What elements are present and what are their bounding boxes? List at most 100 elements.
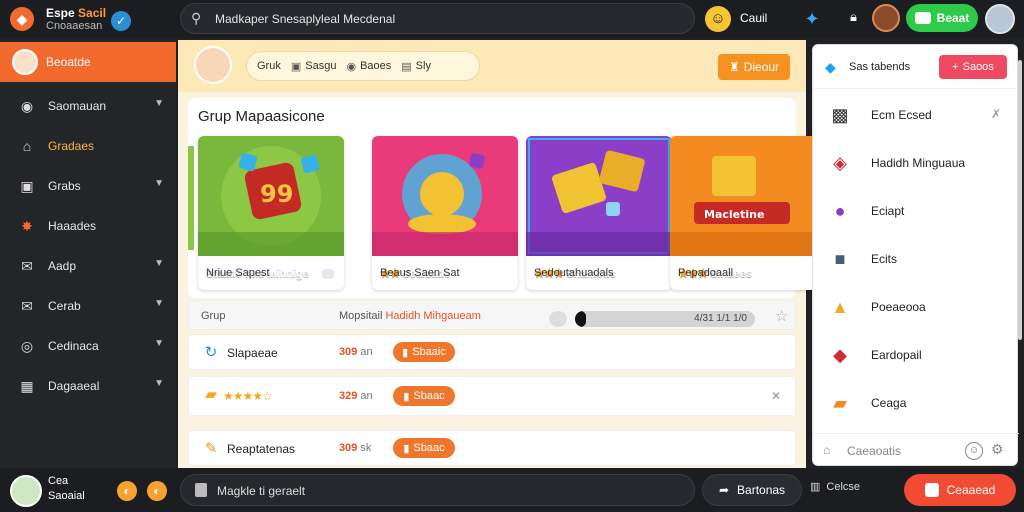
panel-title: Grup Mapaasicone (198, 108, 325, 125)
brand[interactable]: ◆ Espe Sacil Cnoaaesan ✓ (8, 4, 138, 34)
tab-label: Baoes (360, 60, 392, 72)
main-content: Gruk ▣ Sasgu ◉ Baoes ▤ Sly ♜ Dieour Grup Ma… (178, 40, 816, 468)
ticket-icon: ▮ (402, 346, 409, 359)
sidebar: Beoatde ◉ Saomauan ▼ ⌂ Gradaes ▣ Grabs ▼… (0, 40, 176, 468)
top-label[interactable]: Cauil (740, 11, 767, 25)
bottom-button-1-label: Bartonas (737, 483, 786, 497)
coin-icon[interactable]: ◐ (117, 481, 137, 501)
list-item-rating: ★★★★☆ (223, 389, 273, 403)
cube-icon: ◈ (833, 153, 847, 173)
sidebar-item-profile[interactable]: Beoatde (0, 42, 176, 82)
message-input-text[interactable]: Magkle ti geraelt (217, 484, 305, 498)
bottom-bar: Cea Saoaial ◐ ◐ Magkle ti geraelt ➦ Bart… (0, 468, 1024, 512)
sidebar-item-8[interactable]: ◎ Cedinaca ▼ (0, 326, 176, 366)
doc-icon: ▤ (401, 60, 412, 73)
list-item-label: Slapaeae (227, 346, 278, 360)
envelope-icon: ✉ (21, 298, 33, 314)
coin-icon[interactable]: ◐ (147, 481, 167, 501)
game-thumbnail (526, 136, 672, 256)
right-panel-footer: ⌂ Caeaoatis ☺ ⚙ (813, 433, 1019, 467)
list-item-button[interactable]: ▮ Sbaaic (393, 342, 455, 362)
sidebar-item-label: Cerab (48, 299, 81, 313)
sidebar-item-5[interactable]: ✸ Haaades (0, 206, 176, 246)
friend-avatar[interactable] (872, 4, 900, 32)
game-card-4[interactable]: Macletine ★★★ Sinaees Pepadoaall (670, 136, 816, 290)
globe-icon: ◎ (20, 338, 34, 354)
header-strip: Gruk ▣ Sasgu ◉ Baoes ▤ Sly ♜ Dieour (178, 40, 806, 92)
sidebar-item-9[interactable]: ▦ Dagaaeal ▼ (0, 366, 176, 406)
panel-accent (188, 146, 194, 250)
tank-icon: ■ (834, 249, 846, 269)
emoji-icon[interactable]: ☺ (965, 442, 983, 460)
emoji-icon[interactable]: ☺ (705, 6, 731, 32)
home-icon: ⌂ (22, 138, 32, 154)
tab-1[interactable]: Gruk (257, 60, 281, 72)
tab-3[interactable]: ◉ Baoes (346, 60, 391, 73)
list-item-button[interactable]: ▮ Sbaac (393, 386, 455, 406)
svg-text:99: 99 (260, 180, 293, 208)
bottom-button-2[interactable]: ▥ Celcse (810, 480, 860, 494)
sidebar-item-6[interactable]: ✉ Aadp ▼ (0, 246, 176, 286)
right-panel-item-4[interactable]: ■ Ecits (813, 235, 1019, 283)
right-panel-item-2[interactable]: ◈ Hadidh Minguaua (813, 139, 1019, 187)
sidebar-item-2[interactable]: ◉ Saomauan ▼ (0, 86, 176, 126)
chevron-down-icon: ▼ (154, 378, 164, 389)
gem-icon: ◆ (833, 345, 847, 365)
sidebar-item-7[interactable]: ✉ Cerab ▼ (0, 286, 176, 326)
right-panel-item-label: Ecm Ecsed (871, 108, 932, 122)
message-input[interactable]: Magkle ti geraelt (180, 474, 695, 506)
pin-icon[interactable]: ✗ (991, 107, 1001, 121)
header-avatar[interactable] (194, 46, 232, 84)
favorite-star-icon[interactable]: ☆ (775, 307, 788, 325)
right-panel-item-label: Ceaga (871, 396, 907, 410)
right-panel-item-7[interactable]: ▰ Ceaga (813, 379, 1019, 427)
right-scrollbar[interactable] (1018, 60, 1022, 340)
header-action-button[interactable]: ♜ Dieour (718, 54, 790, 80)
search-bar[interactable]: ⚲ Madkaper Snesaplyleal Mecdenal (180, 3, 695, 34)
app-logo-icon: ◆ (10, 7, 34, 31)
search-input[interactable]: Madkaper Snesaplyleal Mecdenal (215, 12, 395, 26)
brand-subtitle: Cnoaaesan (46, 20, 103, 32)
hat-icon: ▲ (831, 297, 849, 317)
lock-icon[interactable]: 🔒︎ (850, 9, 857, 25)
bottom-button-3[interactable]: Ceaaead (904, 474, 1016, 506)
chevron-down-icon: ▼ (154, 178, 164, 189)
green-action-label: Beaat (936, 11, 970, 25)
sidebar-item-label: Cedinaca (48, 339, 99, 353)
sidebar-item-label: Aadp (48, 259, 77, 273)
list-item-price: 309 sk (339, 442, 372, 454)
bottom-button-1[interactable]: ➦ Bartonas (702, 474, 802, 506)
sidebar-item-label: Gradaes (48, 139, 95, 153)
right-panel-footer-input[interactable]: Caeaoatis (847, 444, 901, 458)
bottom-name-1: Cea (48, 475, 69, 487)
close-icon[interactable]: ✕ (771, 389, 781, 403)
top-bar: ◆ Espe Sacil Cnoaaesan ✓ ⚲ Madkaper Snes… (0, 0, 1024, 38)
game-card-2[interactable]: ★★ Seaicade Beaus Saen Sat (372, 136, 518, 290)
right-panel-item-6[interactable]: ◆ Eardopail (813, 331, 1019, 379)
sidebar-item-3[interactable]: ⌂ Gradaes (0, 126, 176, 166)
bottom-avatar[interactable] (10, 475, 42, 507)
game-card-3[interactable]: ★★★ Snainods Sedoutahuadals (526, 136, 672, 290)
right-panel-button[interactable]: + Saoos (939, 55, 1007, 79)
right-panel-item-label: Poeaeooa (871, 300, 926, 314)
settings-icon[interactable]: ⚙ (991, 441, 1004, 458)
list-item-3[interactable]: ✎ Reaptatenas 309 sk ▮ Sbaac (188, 430, 796, 466)
list-item-button[interactable]: ▮ Sbaac (393, 438, 455, 458)
card-toggle[interactable] (322, 269, 334, 279)
right-panel-item-3[interactable]: ● Eciapt (813, 187, 1019, 235)
user-avatar[interactable] (985, 4, 1015, 34)
list-item-1[interactable]: ↻ Slapaeae 309 an ▮ Sbaaic (188, 334, 796, 370)
list-item-2[interactable]: ▰ ★★★★☆ 329 an ▮ Sbaac ✕ (188, 376, 796, 416)
right-panel-item-1[interactable]: ▩ Ecm Ecsed ✗ (813, 91, 1019, 139)
tab-4[interactable]: ▤ Sly (401, 60, 431, 73)
chart-icon: ▥ (810, 481, 821, 493)
sidebar-item-4[interactable]: ▣ Grabs ▼ (0, 166, 176, 206)
tab-2[interactable]: ▣ Sasgu (291, 60, 337, 73)
progress-control[interactable]: 4/31 1/1 1/0 (549, 309, 759, 329)
home-icon: ⌂ (823, 443, 831, 457)
right-panel-item-5[interactable]: ▲ Poeaeooa (813, 283, 1019, 331)
progress-text: 4/31 1/1 1/0 (694, 313, 747, 324)
green-action-button[interactable]: Beaat (906, 4, 978, 32)
game-card-1[interactable]: 99 Staade fike Mihnige Nriue Sapest (198, 136, 344, 290)
pin-icon[interactable]: ✦ (800, 7, 824, 31)
